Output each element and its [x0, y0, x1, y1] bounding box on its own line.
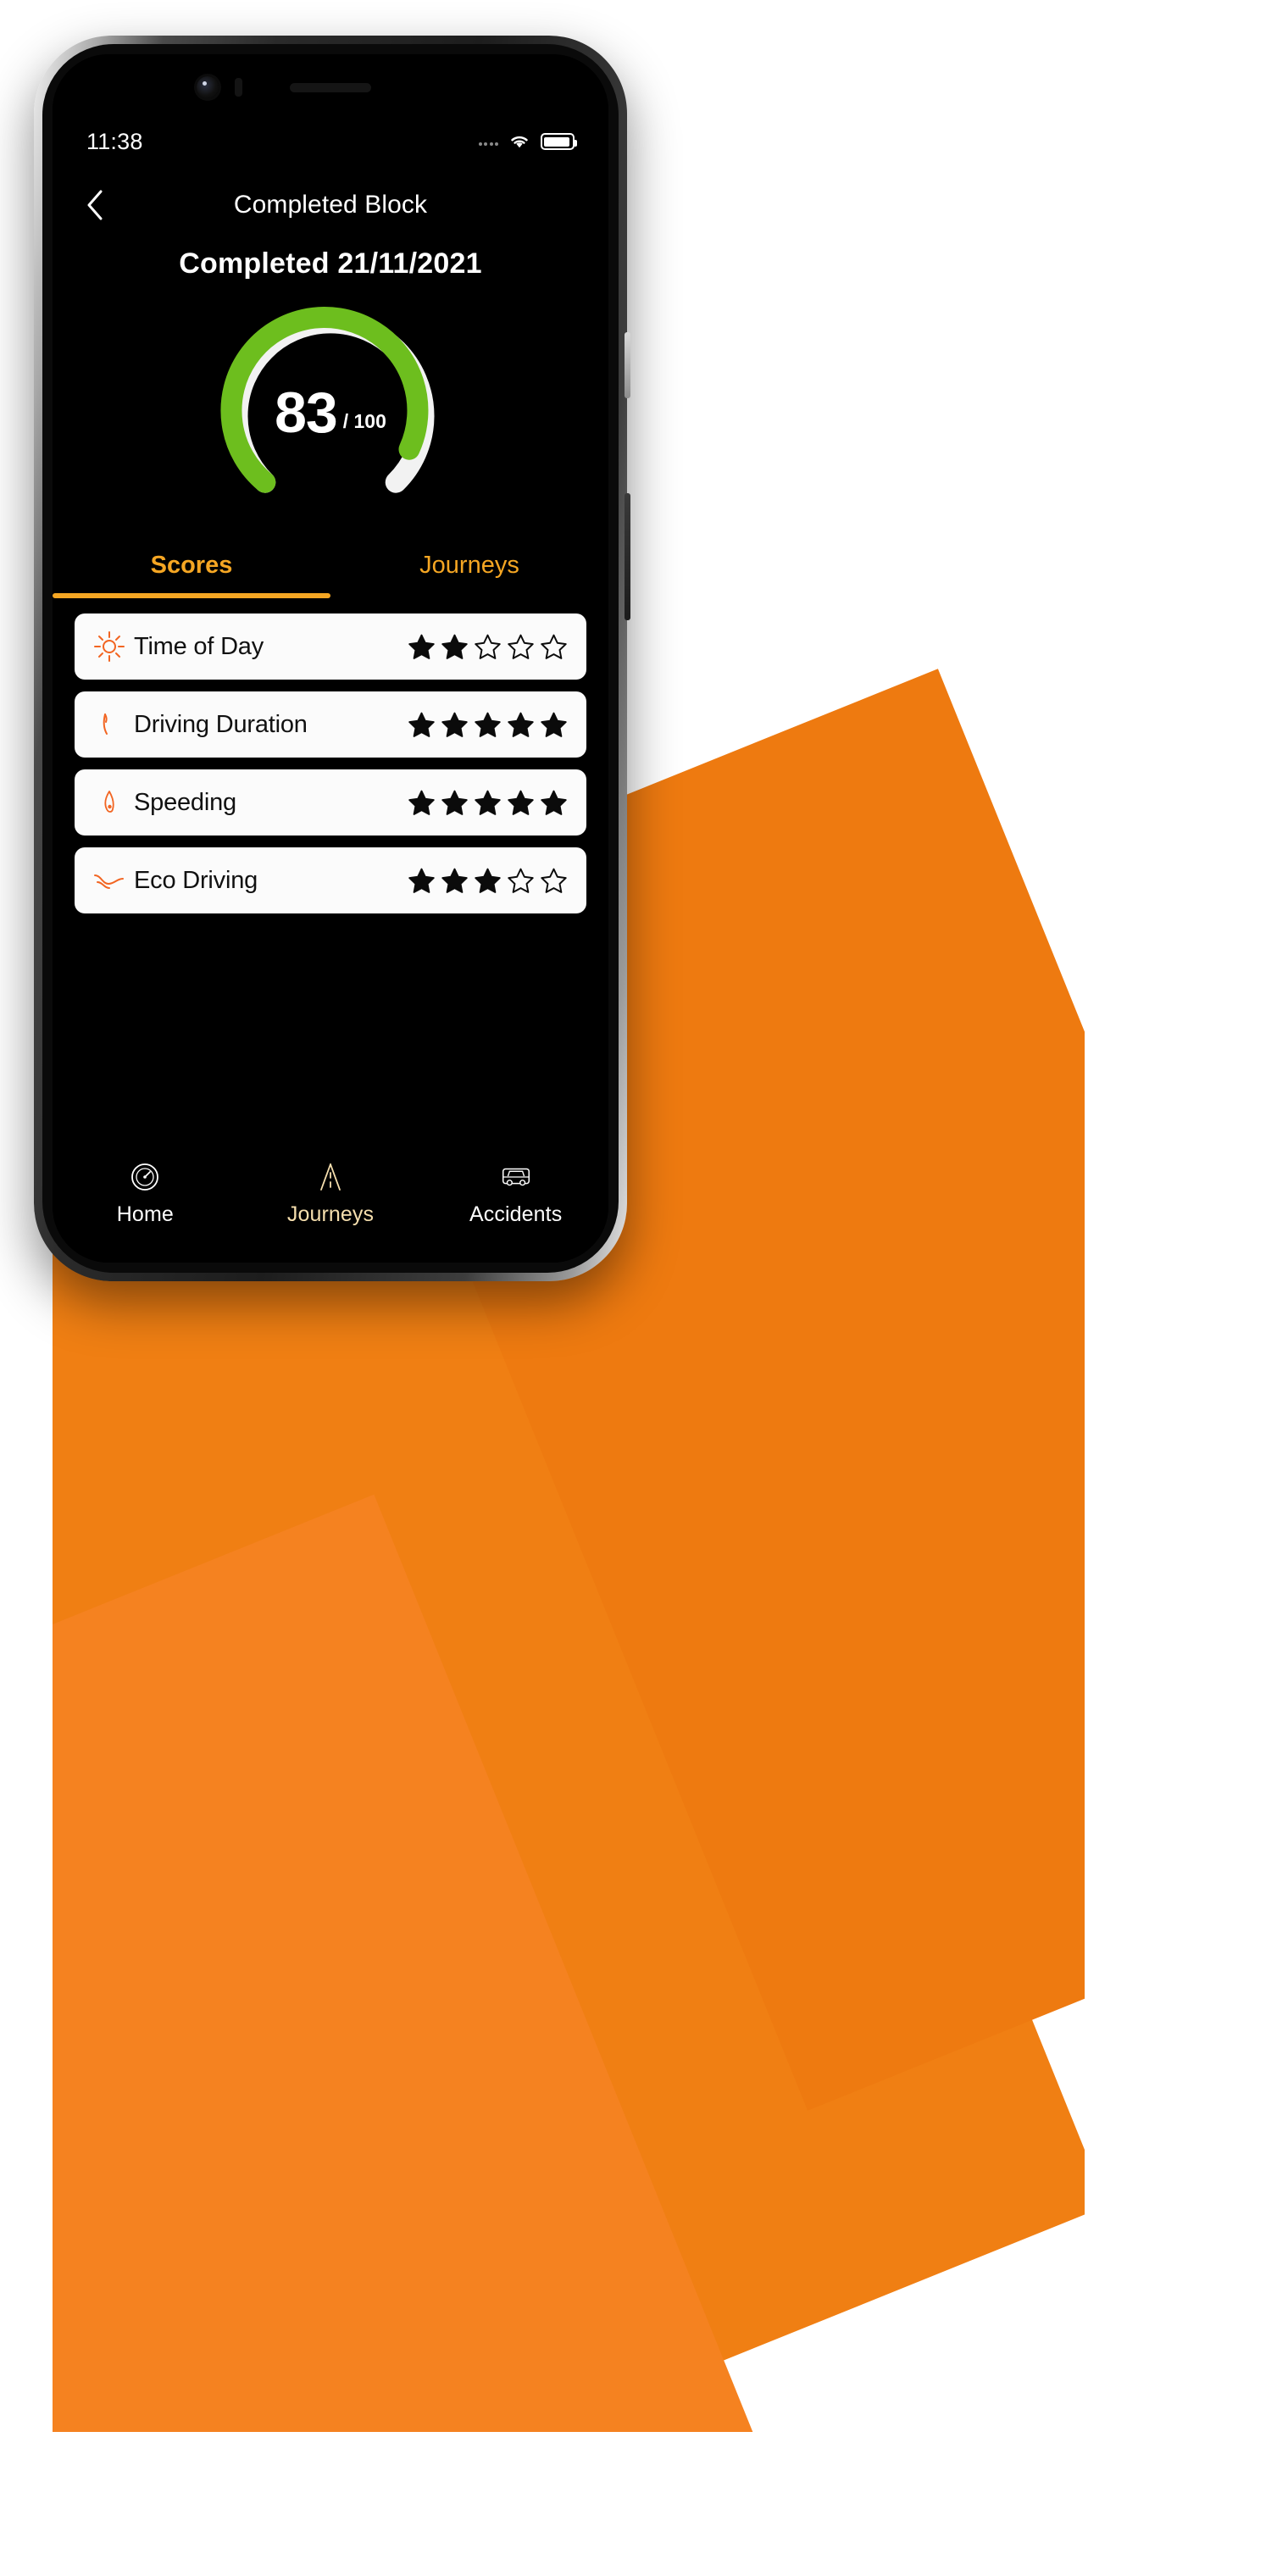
app-header: Completed Block: [53, 173, 608, 237]
star-filled-icon: [475, 712, 501, 737]
eco-leaf-icon: [90, 861, 129, 900]
score-list: Time of Day Driving Duration Speeding Ec…: [53, 613, 608, 913]
notch-area: [53, 54, 608, 115]
score-row-label: Driving Duration: [134, 710, 308, 738]
nav-item-journeys-label: Journeys: [286, 1202, 375, 1226]
phone-mockup: 11:38 Completed Block Completed 21/11/20…: [34, 36, 630, 1281]
star-filled-icon: [475, 790, 501, 815]
tab-scores[interactable]: Scores: [53, 539, 330, 598]
score-row-label: Time of Day: [134, 632, 264, 660]
star-empty-icon: [541, 634, 567, 659]
nav-item-accidents-label: Accidents: [469, 1202, 563, 1226]
star-filled-icon: [508, 790, 534, 815]
nav-item-home-label: Home: [116, 1202, 174, 1226]
status-time: 11:38: [86, 128, 143, 154]
score-gauge: 83 / 100: [53, 295, 608, 524]
rating-stars[interactable]: [408, 867, 568, 895]
star-filled-icon: [475, 868, 501, 893]
page-title: Completed Block: [233, 191, 428, 219]
speed-icon: [90, 783, 129, 822]
table-row[interactable]: Time of Day: [75, 613, 586, 680]
white-mask-right: [1085, 0, 1288, 2576]
nav-item-accidents[interactable]: Accidents: [423, 1159, 608, 1227]
score-row-label: Eco Driving: [134, 866, 258, 894]
status-icons: [478, 133, 577, 150]
rating-stars[interactable]: [408, 789, 568, 817]
table-row[interactable]: Speeding: [75, 769, 586, 836]
table-row[interactable]: Eco Driving: [75, 847, 586, 913]
bottom-navigation: Home Journeys Accidents: [53, 1144, 608, 1263]
cars-icon: [498, 1159, 534, 1195]
road-icon: [313, 1159, 348, 1195]
star-filled-icon: [441, 790, 468, 815]
star-filled-icon: [408, 712, 435, 737]
score-max: / 100: [342, 409, 386, 432]
star-empty-icon: [508, 634, 534, 659]
tab-journeys[interactable]: Journeys: [330, 539, 608, 598]
status-bar: 11:38: [53, 115, 608, 168]
nav-item-journeys[interactable]: Journeys: [238, 1159, 424, 1227]
clock-icon: [90, 705, 129, 744]
table-row[interactable]: Driving Duration: [75, 691, 586, 758]
star-filled-icon: [441, 712, 468, 737]
tab-bar: Scores Journeys: [53, 539, 608, 598]
star-filled-icon: [408, 790, 435, 815]
star-filled-icon: [541, 712, 567, 737]
nav-item-home[interactable]: Home: [53, 1159, 238, 1227]
tab-journeys-label: Journeys: [419, 551, 519, 579]
battery-full-icon: [541, 133, 577, 150]
star-filled-icon: [541, 790, 567, 815]
earpiece-speaker: [290, 83, 371, 92]
white-mask-bottom: [0, 2432, 1288, 2576]
star-filled-icon: [441, 868, 468, 893]
star-empty-icon: [541, 868, 567, 893]
back-chevron-icon[interactable]: [78, 188, 112, 222]
score-value: 83: [275, 380, 338, 445]
volume-button[interactable]: [625, 332, 630, 398]
proximity-sensor-icon: [235, 78, 242, 97]
signal-dots-icon: [478, 137, 498, 146]
star-empty-icon: [475, 634, 501, 659]
gauge-center-value: 83 / 100: [212, 302, 449, 524]
rating-stars[interactable]: [408, 633, 568, 661]
rating-stars[interactable]: [408, 711, 568, 739]
wifi-icon: [508, 133, 530, 150]
star-filled-icon: [408, 868, 435, 893]
sun-icon: [90, 627, 129, 666]
star-filled-icon: [441, 634, 468, 659]
tab-scores-label: Scores: [150, 551, 233, 579]
score-row-label: Speeding: [134, 788, 236, 816]
phone-screen: 11:38 Completed Block Completed 21/11/20…: [53, 54, 608, 1263]
front-camera-icon: [197, 76, 219, 98]
star-filled-icon: [508, 712, 534, 737]
speedometer-icon: [127, 1159, 163, 1195]
completed-date-label: Completed 21/11/2021: [179, 247, 482, 280]
power-button[interactable]: [625, 493, 630, 620]
star-filled-icon: [408, 634, 435, 659]
star-empty-icon: [508, 868, 534, 893]
